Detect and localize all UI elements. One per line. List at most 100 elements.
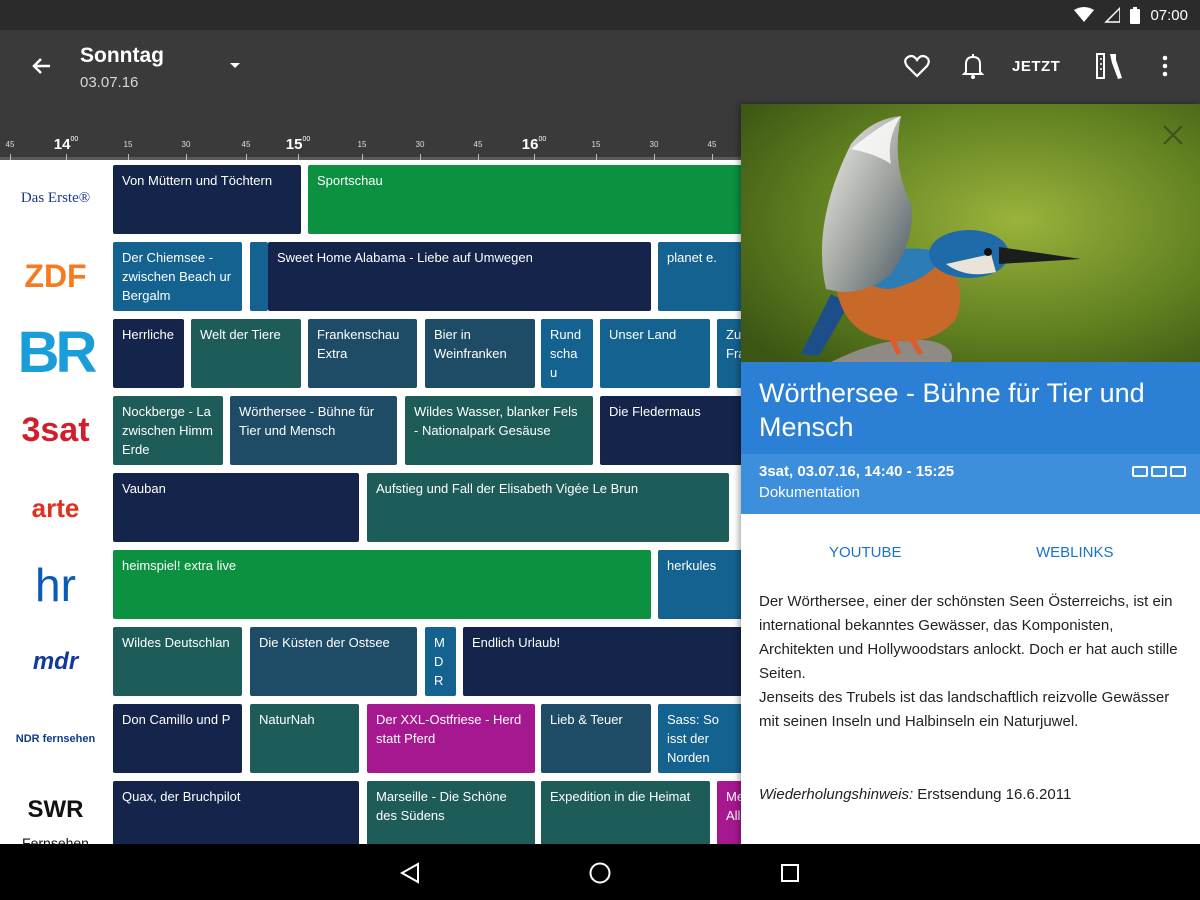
program-cell[interactable]: herkules <box>658 550 742 619</box>
heart-icon[interactable] <box>901 50 933 82</box>
program-title-label: Der XXL-Ostfriese - Herd statt Pferd <box>376 712 522 746</box>
program-title-label: Me All <box>726 789 742 823</box>
program-title-label: herkules <box>667 558 717 573</box>
program-cell[interactable]: Expedition in die Heimat <box>541 781 710 844</box>
program-genre: Dokumentation <box>759 484 860 501</box>
minute-tick-label: 30 <box>649 140 659 149</box>
channel-logo-br[interactable]: BR <box>0 315 111 392</box>
program-cell[interactable]: Wildes Wasser, blanker Fels - Nationalpa… <box>405 396 593 465</box>
program-grid[interactable]: Das Erste® ZDF BR 3sat arte hr mdr NDR fernsehe… <box>0 160 742 844</box>
program-cell[interactable]: Don Camillo und P <box>113 704 242 773</box>
minute-tick-label: 45 <box>5 140 15 149</box>
program-cell[interactable]: Frankenschau Extra <box>308 319 417 388</box>
program-title-label: heimspiel! extra live <box>122 558 237 573</box>
channel-logo-text: mdr <box>32 648 79 676</box>
program-cell[interactable]: Welt der Tiere <box>191 319 301 388</box>
channel-logo-text: ZDF <box>24 257 87 294</box>
program-cell[interactable]: Wörthersee - Bühne für Tier und Mensch <box>230 396 397 465</box>
channel-logo-mdr[interactable]: mdr <box>0 624 111 701</box>
program-title-label: planet e. <box>667 250 717 265</box>
program-cell[interactable]: Wildes Deutschlan <box>113 627 242 696</box>
program-title-label: Don Camillo und P <box>122 712 231 727</box>
status-time: 07:00 <box>1150 6 1188 24</box>
detail-actions: YOUTUBE WEBLINKS <box>741 534 1200 574</box>
program-cell[interactable]: Aufstieg und Fall der Elisabeth Vigée Le… <box>367 473 729 542</box>
channel-logo-arte[interactable]: arte <box>0 469 111 546</box>
program-cell[interactable] <box>250 242 268 311</box>
program-cell[interactable]: Marseille - Die Schöne des Südens <box>367 781 535 844</box>
channel-logo-hr[interactable]: hr <box>0 547 111 624</box>
program-cell[interactable]: Nockberge - La zwischen Himm Erde <box>113 396 223 465</box>
channel-logo-swr[interactable]: SWR Fernsehen <box>0 778 111 844</box>
hour-tick-minutes: 00 <box>70 136 79 143</box>
program-cell[interactable]: Me All <box>717 781 742 844</box>
program-cell[interactable]: Rund scha u <box>541 319 593 388</box>
program-title-label: Marseille - Die Schöne des Südens <box>376 789 507 823</box>
minute-tick-label: 30 <box>415 140 425 149</box>
program-cell[interactable]: heimspiel! extra live <box>113 550 651 619</box>
hour-tick-label: 1500 <box>285 136 311 153</box>
recents-nav-icon[interactable] <box>775 858 805 888</box>
time-ruler[interactable]: 45 1400 15 30 45 1500 15 30 45 1600 15 30 45 <box>0 104 742 160</box>
program-cell[interactable]: Endlich Urlaub! <box>463 627 742 696</box>
program-title-label: Quax, der Bruchpilot <box>122 789 241 804</box>
program-cell[interactable]: Die Fledermaus <box>600 396 742 465</box>
program-title-label: Wildes Deutschlan <box>122 635 230 650</box>
hour-tick-minutes: 00 <box>538 136 547 143</box>
system-nav-bar <box>0 844 1200 900</box>
program-cell[interactable]: Bier in Weinfranken <box>425 319 535 388</box>
weblinks-button[interactable]: WEBLINKS <box>1036 544 1114 561</box>
bell-icon[interactable] <box>957 50 989 82</box>
program-cell[interactable]: Die Küsten der Ostsee <box>250 627 417 696</box>
channel-logo-ndr[interactable]: NDR fernsehen <box>0 701 111 778</box>
program-description: Der Wörthersee, einer der schönsten Seen… <box>759 590 1189 734</box>
program-cell[interactable]: Herrliche <box>113 319 184 388</box>
channel-logo-text: arte <box>31 492 80 523</box>
program-cell[interactable]: planet e. <box>658 242 742 311</box>
hd-format-icon <box>1132 466 1148 477</box>
back-nav-icon[interactable] <box>395 858 425 888</box>
hour-tick-label: 1400 <box>53 136 79 153</box>
program-cell[interactable]: Zu Fra <box>717 319 742 388</box>
program-title-label: Sweet Home Alabama - Liebe auf Umwegen <box>277 250 533 265</box>
now-button[interactable]: JETZT <box>1012 58 1060 75</box>
youtube-button[interactable]: YOUTUBE <box>829 544 902 561</box>
program-cell[interactable]: NaturNah <box>250 704 359 773</box>
status-bar: 07:00 <box>0 0 1200 30</box>
date-dropdown-icon[interactable] <box>226 56 244 74</box>
program-title-label: Aufstieg und Fall der Elisabeth Vigée Le… <box>376 481 639 496</box>
program-title-label: Von Müttern und Töchtern <box>122 173 273 188</box>
program-cell[interactable]: Sweet Home Alabama - Liebe auf Umwegen <box>268 242 651 311</box>
page-subtitle: 03.07.16 <box>80 74 139 91</box>
program-title-label: Die Küsten der Ostsee <box>259 635 390 650</box>
program-meta-bar: 3sat, 03.07.16, 14:40 - 15:25 Dokumentat… <box>741 454 1200 514</box>
program-cell[interactable]: Sportschau <box>308 165 742 234</box>
repeat-value: Erstsendung 16.6.2011 <box>917 786 1072 803</box>
back-arrow-icon[interactable] <box>26 50 58 82</box>
hour-tick-label: 1600 <box>521 136 547 153</box>
channel-logo-3sat[interactable]: 3sat <box>0 392 111 469</box>
signal-icon <box>1104 7 1121 23</box>
program-cell[interactable]: Vauban <box>113 473 359 542</box>
program-title: Wörthersee - Bühne für Tier und Mensch <box>741 362 1200 454</box>
program-cell[interactable]: Unser Land <box>600 319 710 388</box>
program-cell[interactable]: Von Müttern und Töchtern <box>113 165 301 234</box>
program-cell[interactable]: Sass: So isst der Norden <box>658 704 742 773</box>
channel-logo-column: Das Erste® ZDF BR 3sat arte hr mdr NDR fernsehe… <box>0 160 111 844</box>
tools-filter-icon[interactable] <box>1094 50 1126 82</box>
close-icon[interactable] <box>1160 122 1186 148</box>
program-cell[interactable]: Quax, der Bruchpilot <box>113 781 359 844</box>
program-cell[interactable]: Der XXL-Ostfriese - Herd statt Pferd <box>367 704 535 773</box>
program-title-label: Lieb & Teuer <box>550 712 623 727</box>
description-paragraph: Der Wörthersee, einer der schönsten Seen… <box>759 593 1178 682</box>
program-title-label: Unser Land <box>609 327 677 342</box>
home-nav-icon[interactable] <box>585 858 615 888</box>
channel-logo-das-erste[interactable]: Das Erste® <box>0 160 111 237</box>
program-cell[interactable]: Der Chiemsee - zwischen Beach ur Bergalm <box>113 242 242 311</box>
program-cell[interactable]: Lieb & Teuer <box>541 704 651 773</box>
program-title-label: NaturNah <box>259 712 315 727</box>
channel-logo-text: SWR <box>27 795 84 823</box>
more-options-icon[interactable] <box>1149 50 1181 82</box>
program-cell[interactable]: M D R <box>425 627 456 696</box>
channel-logo-zdf[interactable]: ZDF <box>0 237 111 314</box>
